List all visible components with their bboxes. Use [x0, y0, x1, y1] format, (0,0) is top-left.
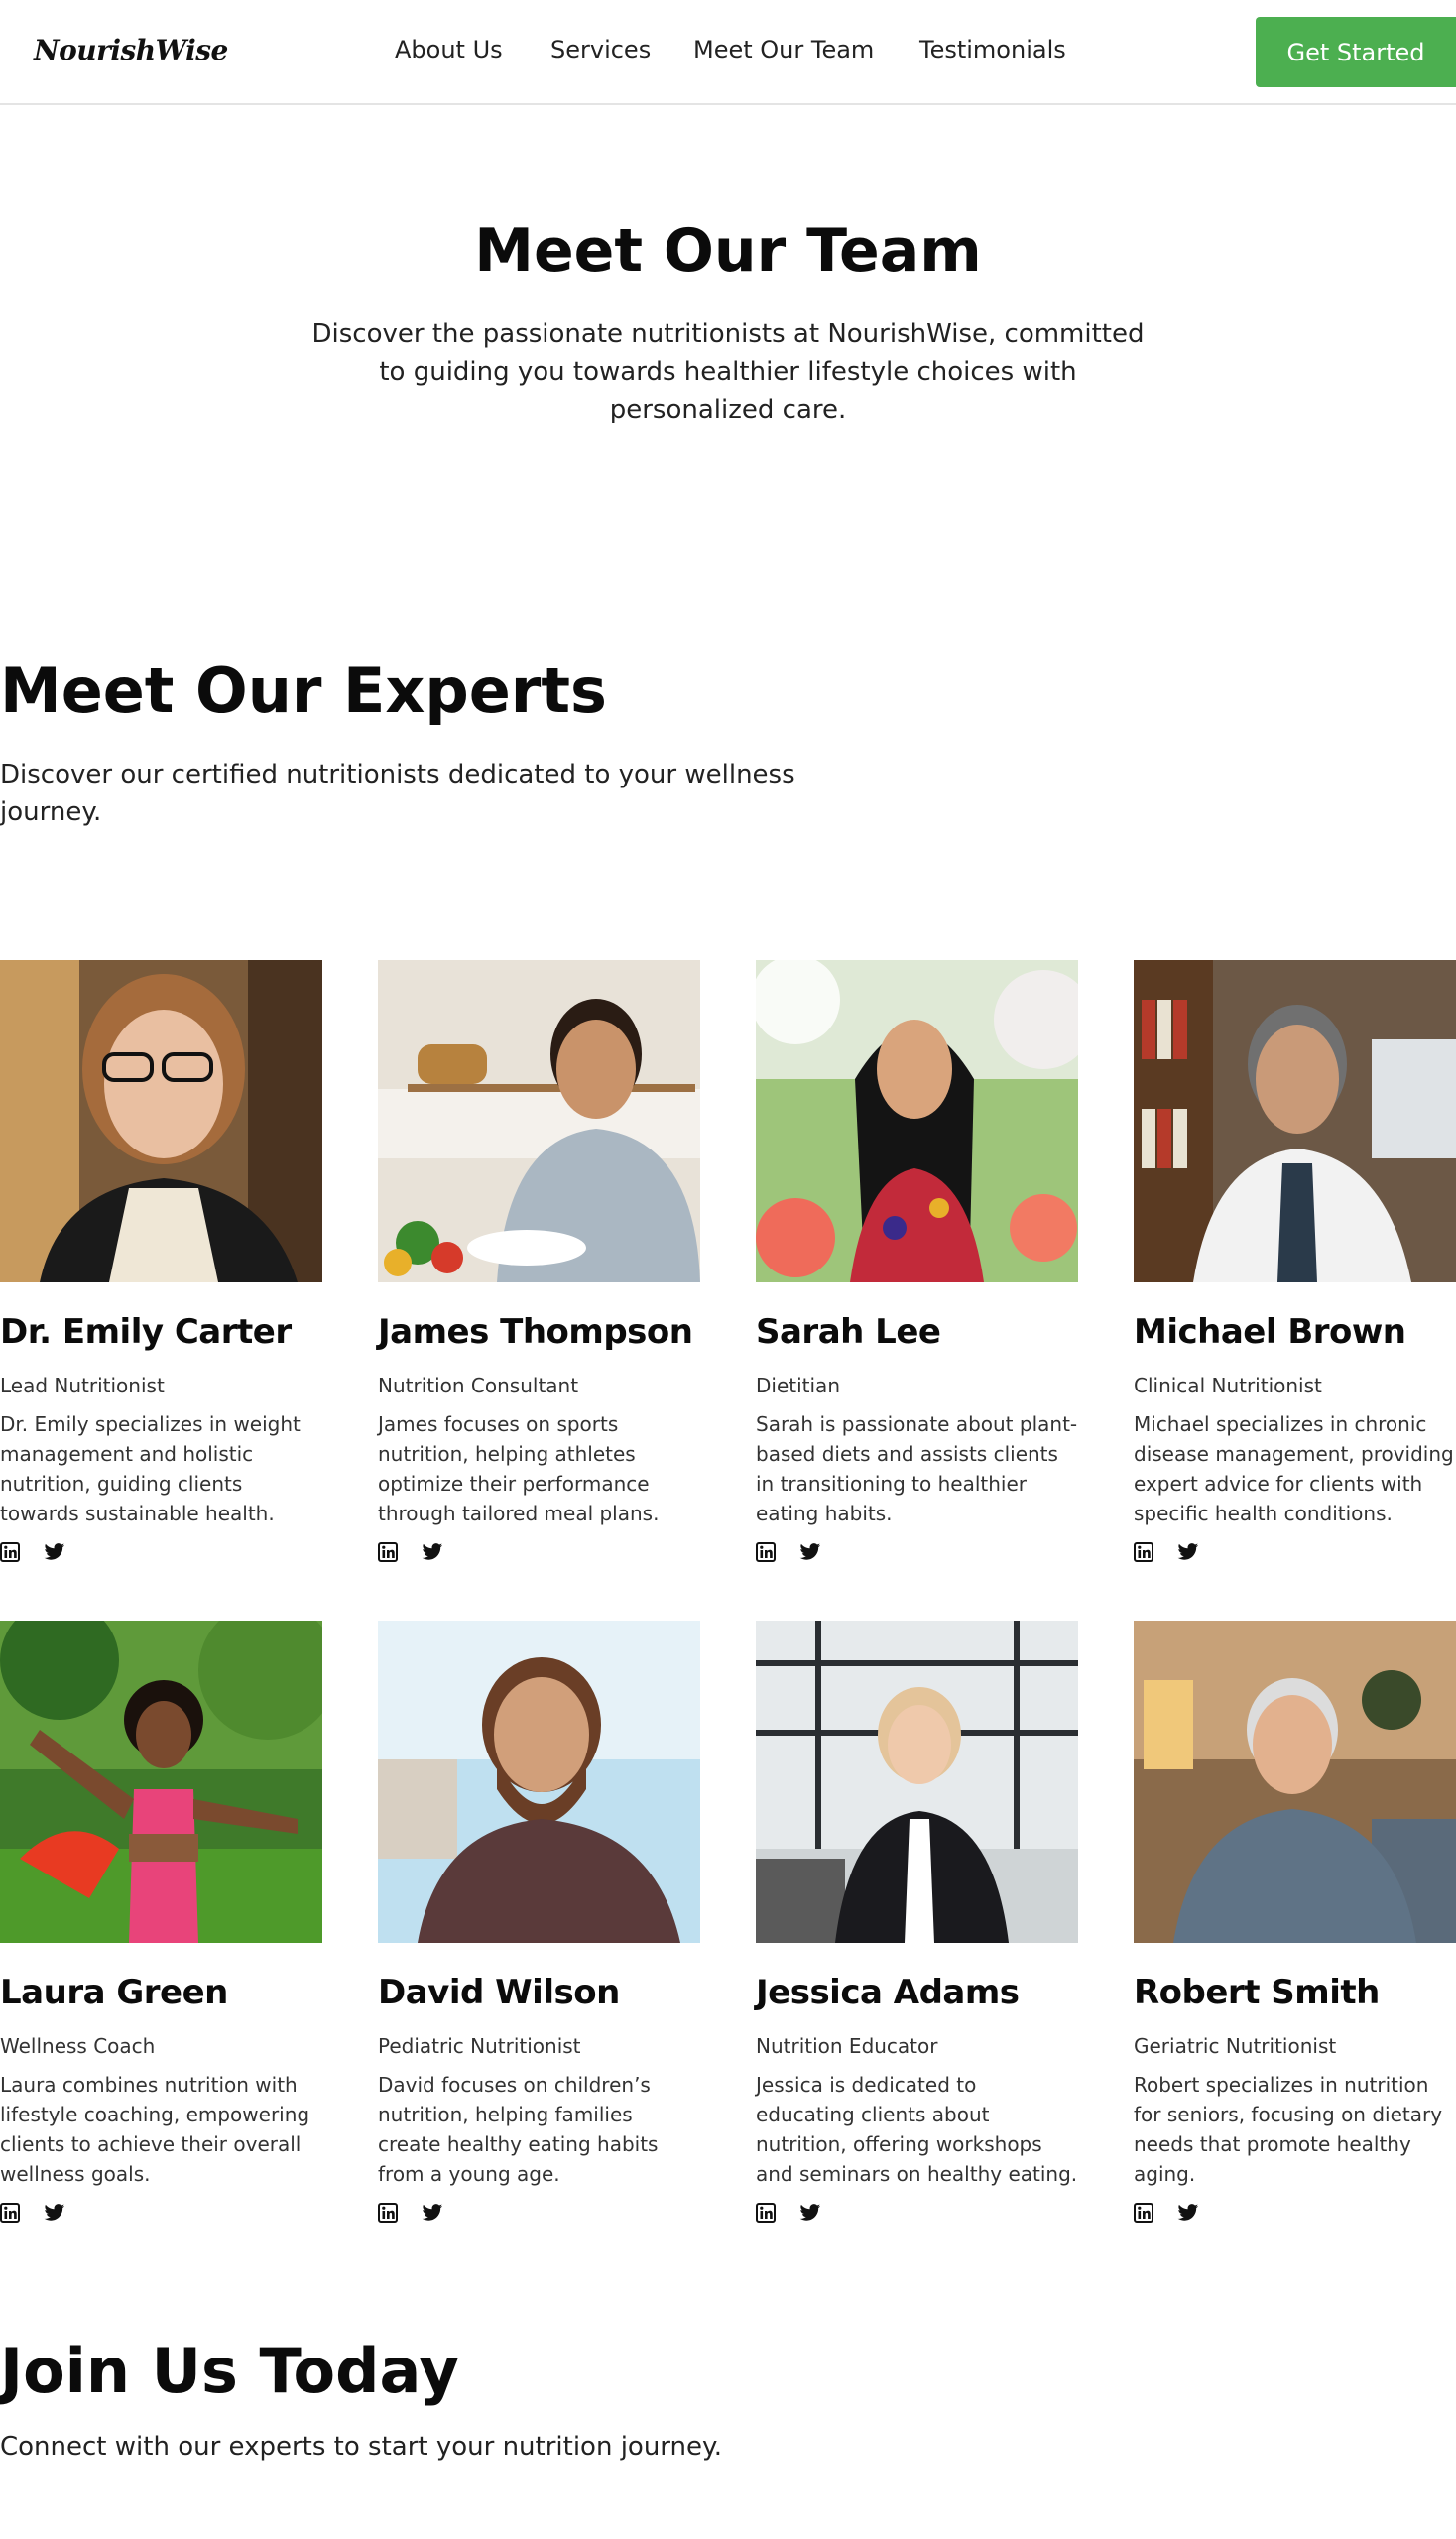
- team-card: Jessica Adams Nutrition Educator Jessica…: [756, 1621, 1078, 2225]
- social-links: [378, 1542, 700, 1564]
- member-name: Dr. Emily Carter: [0, 1312, 292, 1352]
- member-bio: Michael specializes in chronic disease m…: [1134, 1412, 1454, 1525]
- linkedin-icon[interactable]: [1134, 1542, 1153, 1566]
- linkedin-icon[interactable]: [0, 2203, 20, 2227]
- team-card: David Wilson Pediatric Nutritionist Davi…: [378, 1621, 700, 2225]
- linkedin-icon[interactable]: [756, 1542, 776, 1566]
- member-bio: Laura combines nutrition with lifestyle …: [0, 2073, 310, 2186]
- member-name: Sarah Lee: [756, 1312, 941, 1352]
- linkedin-icon[interactable]: [378, 1542, 398, 1566]
- linkedin-icon[interactable]: [756, 2203, 776, 2227]
- twitter-icon[interactable]: [44, 2203, 65, 2227]
- member-name: Jessica Adams: [756, 1973, 1020, 2012]
- join-description: Connect with our experts to start your n…: [0, 2432, 722, 2462]
- social-links: [756, 1542, 1078, 1564]
- experts-description: Discover our certified nutritionists ded…: [0, 760, 795, 827]
- team-card: Sarah Lee Dietitian Sarah is passionate …: [756, 960, 1078, 1564]
- team-card: Michael Brown Clinical Nutritionist Mich…: [1134, 960, 1456, 1564]
- member-name: James Thompson: [378, 1312, 693, 1352]
- member-name: Laura Green: [0, 1973, 228, 2012]
- twitter-icon[interactable]: [1177, 2203, 1199, 2227]
- member-role: Nutrition Consultant: [378, 1374, 579, 1397]
- member-role: Clinical Nutritionist: [1134, 1374, 1322, 1397]
- nav-services[interactable]: Services: [550, 36, 651, 63]
- member-bio: Sarah is passionate about plant-based di…: [756, 1412, 1078, 1525]
- get-started-button[interactable]: Get Started: [1256, 17, 1456, 87]
- team-photo: [378, 960, 700, 1282]
- twitter-icon[interactable]: [799, 1542, 821, 1566]
- member-role: Wellness Coach: [0, 2034, 156, 2058]
- member-bio: James focuses on sports nutrition, helpi…: [378, 1412, 660, 1525]
- linkedin-icon[interactable]: [378, 2203, 398, 2227]
- member-bio: Dr. Emily specializes in weight manageme…: [0, 1412, 301, 1525]
- team-photo: [0, 1621, 322, 1943]
- experts-heading: Meet Our Experts: [0, 655, 607, 727]
- team-photo: [756, 1621, 1078, 1943]
- hero-description: Discover the passionate nutritionists at…: [311, 319, 1145, 424]
- nav-meet-our-team[interactable]: Meet Our Team: [693, 36, 874, 63]
- member-role: Geriatric Nutritionist: [1134, 2034, 1337, 2058]
- member-name: Robert Smith: [1134, 1973, 1380, 2012]
- social-links: [0, 2203, 322, 2225]
- team-photo: [378, 1621, 700, 1943]
- team-photo: [1134, 1621, 1456, 1943]
- member-bio: Jessica is dedicated to educating client…: [756, 2073, 1078, 2186]
- twitter-icon[interactable]: [799, 2203, 821, 2227]
- member-bio: Robert specializes in nutrition for seni…: [1134, 2073, 1443, 2186]
- team-photo: [0, 960, 322, 1282]
- team-card: James Thompson Nutrition Consultant Jame…: [378, 960, 700, 1564]
- site-header: NourishWise About Us Services Meet Our T…: [0, 0, 1456, 105]
- member-role: Nutrition Educator: [756, 2034, 938, 2058]
- social-links: [0, 1542, 322, 1564]
- nav-about-us[interactable]: About Us: [395, 36, 503, 63]
- twitter-icon[interactable]: [422, 1542, 443, 1566]
- member-bio: David focuses on children’s nutrition, h…: [378, 2073, 659, 2186]
- main-nav: About Us Services Meet Our Team Testimon…: [0, 36, 1456, 67]
- page-title: Meet Our Team: [474, 216, 982, 286]
- team-card: Dr. Emily Carter Lead Nutritionist Dr. E…: [0, 960, 322, 1564]
- team-card: Laura Green Wellness Coach Laura combine…: [0, 1621, 322, 2225]
- member-name: Michael Brown: [1134, 1312, 1406, 1352]
- member-role: Lead Nutritionist: [0, 1374, 165, 1397]
- member-role: Pediatric Nutritionist: [378, 2034, 581, 2058]
- team-card: Robert Smith Geriatric Nutritionist Robe…: [1134, 1621, 1456, 2225]
- member-role: Dietitian: [756, 1374, 840, 1397]
- join-heading: Join Us Today: [0, 2335, 459, 2407]
- linkedin-icon[interactable]: [0, 1542, 20, 1566]
- social-links: [1134, 2203, 1456, 2225]
- social-links: [378, 2203, 700, 2225]
- member-name: David Wilson: [378, 1973, 620, 2012]
- twitter-icon[interactable]: [44, 1542, 65, 1566]
- social-links: [756, 2203, 1078, 2225]
- social-links: [1134, 1542, 1456, 1564]
- team-photo: [756, 960, 1078, 1282]
- twitter-icon[interactable]: [1177, 1542, 1199, 1566]
- team-photo: [1134, 960, 1456, 1282]
- linkedin-icon[interactable]: [1134, 2203, 1153, 2227]
- twitter-icon[interactable]: [422, 2203, 443, 2227]
- nav-testimonials[interactable]: Testimonials: [919, 36, 1066, 63]
